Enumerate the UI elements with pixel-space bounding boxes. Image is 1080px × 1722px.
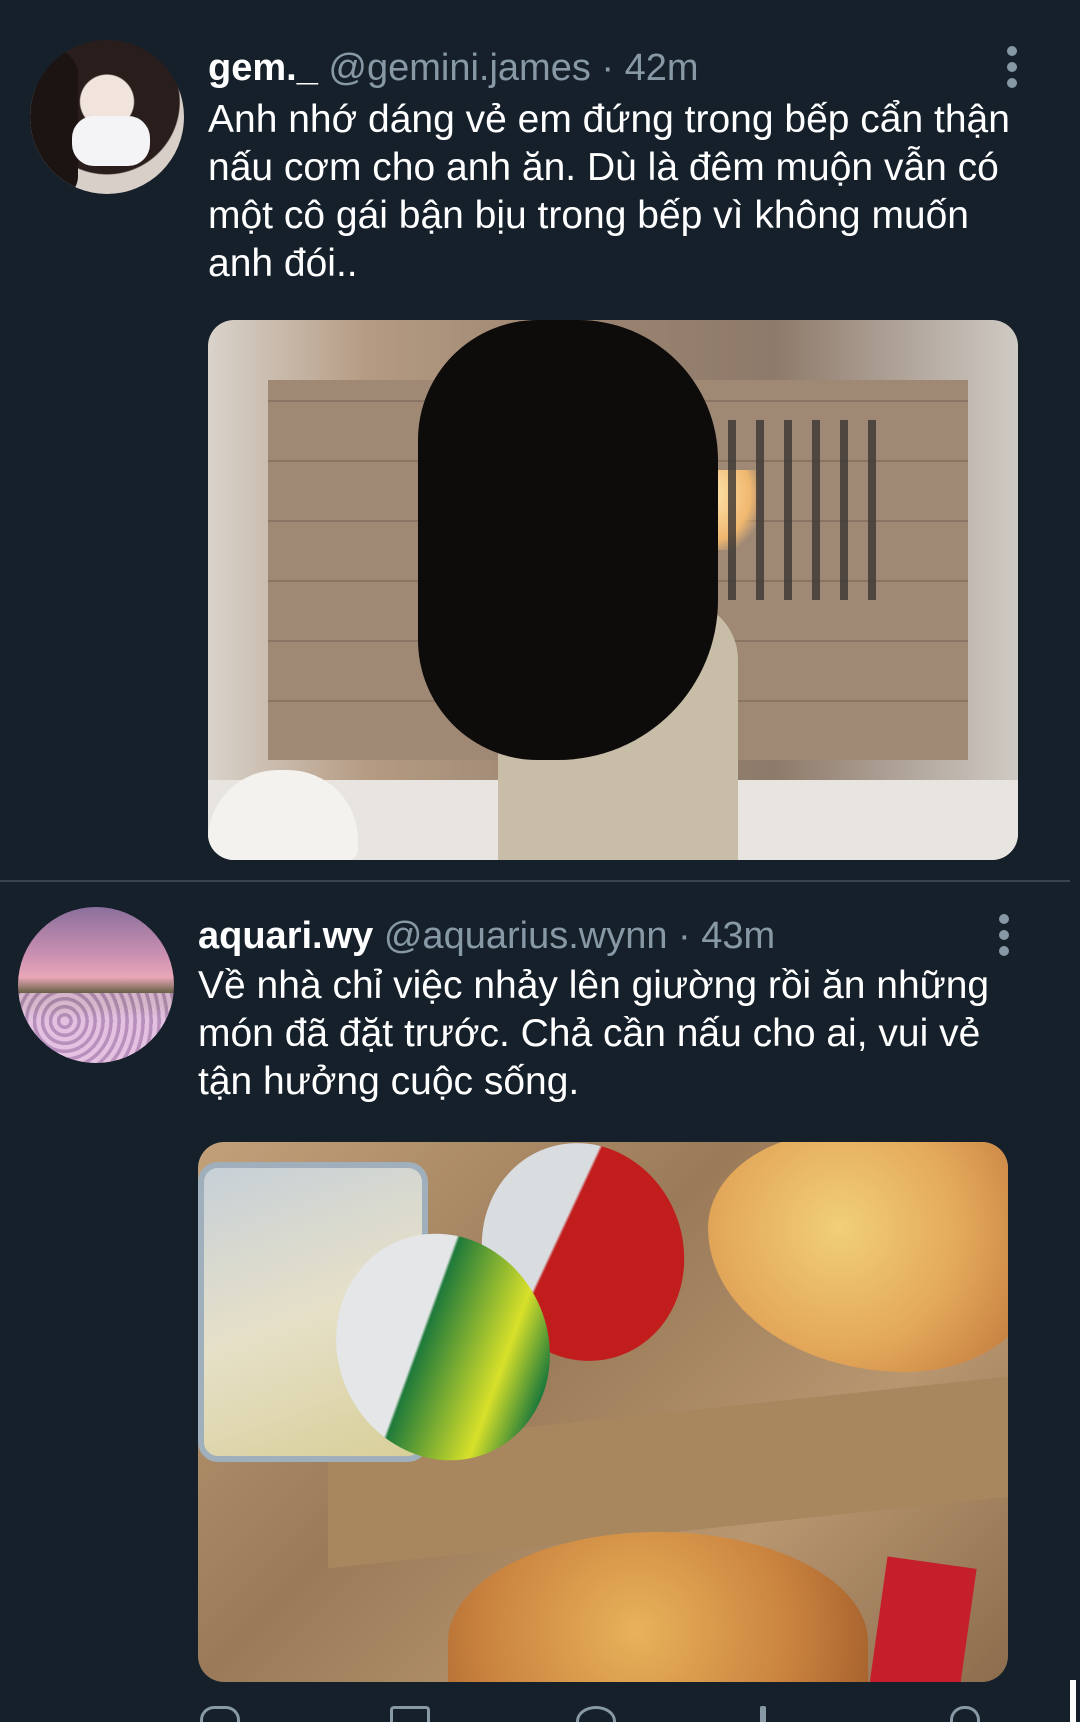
- tweet-timestamp[interactable]: 42m: [625, 47, 699, 89]
- scrollbar[interactable]: [1070, 1680, 1076, 1722]
- separator-dot: ·: [678, 915, 691, 957]
- chili-sauce-packet: [869, 1556, 977, 1682]
- user-handle[interactable]: @aquarius.wynn: [384, 915, 668, 957]
- avatar-mask: [72, 116, 150, 166]
- more-vertical-icon[interactable]: [992, 912, 1016, 960]
- reply-icon[interactable]: [200, 1706, 240, 1722]
- share-icon[interactable]: [760, 1706, 766, 1722]
- tweet-media-pizza-photo[interactable]: [198, 1142, 1008, 1682]
- tweet-header: gem._ @gemini.james · 42m: [208, 46, 699, 90]
- display-name[interactable]: aquari.wy: [198, 915, 373, 957]
- person-hair: [418, 320, 718, 760]
- like-icon[interactable]: [576, 1706, 616, 1722]
- tweet-media-kitchen-photo[interactable]: [208, 320, 1018, 860]
- avatar[interactable]: [18, 907, 174, 1063]
- tweet-action-bar: [0, 1700, 1080, 1722]
- timeline-feed: gem._ @gemini.james · 42m Anh nhớ dáng v…: [0, 0, 1080, 1722]
- pizza-slice-bottom: [448, 1532, 868, 1682]
- knife-rack: [728, 420, 888, 600]
- pizza-slice-top: [708, 1142, 1008, 1372]
- tweet-header: aquari.wy @aquarius.wynn · 43m: [198, 914, 775, 958]
- tweet-timestamp[interactable]: 43m: [701, 915, 775, 957]
- separator-dot: ·: [601, 47, 615, 89]
- user-handle[interactable]: @gemini.james: [328, 47, 590, 89]
- display-name[interactable]: gem._: [208, 47, 318, 89]
- retweet-icon[interactable]: [390, 1706, 430, 1722]
- tweet-text: Anh nhớ dáng vẻ em đứng trong bếp cẩn th…: [208, 98, 1010, 285]
- more-vertical-icon[interactable]: [1000, 44, 1024, 92]
- analytics-icon[interactable]: [950, 1706, 980, 1722]
- avatar[interactable]: [30, 40, 184, 194]
- avatar-hair: [30, 50, 78, 194]
- avatar-flowers: [18, 993, 174, 1063]
- tweet-text: Về nhà chỉ việc nhảy lên giường rồi ăn n…: [198, 964, 990, 1103]
